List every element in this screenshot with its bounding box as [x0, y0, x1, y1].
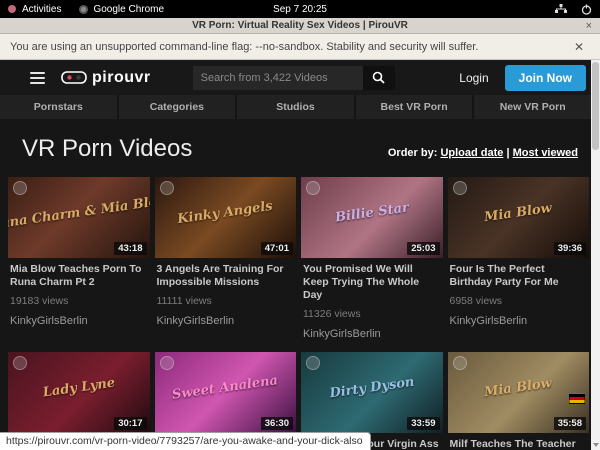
site-logo-text: pirouvr: [92, 69, 151, 87]
thumbnail-overlay-title: Dirty Dyson: [328, 375, 415, 402]
thumbnail-overlay-title: Runa Charm & Mia Blow: [8, 193, 150, 233]
order-by-most-viewed-link[interactable]: Most viewed: [513, 147, 578, 159]
order-by-controls: Order by: Upload date | Most viewed: [388, 147, 578, 163]
main-nav: Pornstars Categories Studios Best VR Por…: [0, 95, 600, 119]
studio-logo-icon: [453, 181, 467, 195]
video-thumbnail[interactable]: Kinky Angels 47:01: [155, 177, 297, 258]
duration-badge: 25:03: [407, 242, 439, 255]
studio-logo-icon: [453, 356, 467, 370]
nav-item-studios[interactable]: Studios: [237, 95, 354, 119]
studio-logo-icon: [306, 181, 320, 195]
nav-item-categories[interactable]: Categories: [119, 95, 236, 119]
browser-title-bar: VR Porn: Virtual Reality Sex Videos | Pi…: [0, 18, 600, 34]
studio-logo-icon: [160, 181, 174, 195]
join-now-button[interactable]: Join Now: [505, 65, 586, 91]
studio-logo-icon: [13, 181, 27, 195]
power-icon[interactable]: [581, 4, 592, 15]
clock[interactable]: Sep 7 20:25: [0, 4, 600, 15]
warning-message: You are using an unsupported command-lin…: [10, 41, 478, 53]
thumbnail-overlay-title: Lady Lyne: [42, 376, 116, 401]
thumbnail-overlay-title: Kinky Angels: [177, 199, 274, 227]
video-title-link[interactable]: Mia Blow Teaches Porn To Runa Charm Pt 2: [10, 263, 148, 289]
thumbnail-overlay-title: Mia Blow: [483, 376, 553, 400]
german-flag-icon: [569, 393, 585, 404]
video-title-link[interactable]: Four Is The Perfect Birthday Party For M…: [450, 263, 588, 289]
video-channel-link[interactable]: KinkyGirlsBerlin: [303, 328, 441, 340]
login-link[interactable]: Login: [459, 71, 488, 85]
video-title-link[interactable]: Milf Teaches The Teacher Some Practical …: [450, 438, 588, 450]
video-views: 11111 views: [157, 295, 295, 307]
duration-badge: 30:17: [114, 417, 146, 430]
thumbnail-overlay-title: Sweet Analena: [171, 374, 279, 404]
page-title: VR Porn Videos: [22, 135, 192, 163]
video-card: Mia Blow 35:58 Milf Teaches The Teacher …: [448, 352, 590, 450]
nav-item-new-vr-porn[interactable]: New VR Porn: [474, 95, 591, 119]
video-thumbnail[interactable]: Sweet Analena 36:30: [155, 352, 297, 433]
video-title-link[interactable]: You Promised We Will Keep Trying The Who…: [303, 263, 441, 302]
order-by-separator: |: [506, 147, 509, 159]
video-thumbnail[interactable]: Billie Star 25:03: [301, 177, 443, 258]
duration-badge: 43:18: [114, 242, 146, 255]
system-top-bar: Activities Google Chrome Sep 7 20:25: [0, 0, 600, 18]
video-card: Runa Charm & Mia Blow 43:18 Mia Blow Tea…: [8, 177, 150, 350]
order-by-upload-date-link[interactable]: Upload date: [440, 147, 503, 159]
site-logo[interactable]: pirouvr: [61, 69, 151, 87]
vr-goggles-icon: [61, 71, 87, 85]
activities-button[interactable]: Activities: [22, 4, 61, 15]
studio-logo-icon: [306, 356, 320, 370]
studio-logo-icon: [160, 356, 174, 370]
duration-badge: 33:59: [407, 417, 439, 430]
search-input[interactable]: [193, 66, 363, 90]
video-grid: Runa Charm & Mia Blow 43:18 Mia Blow Tea…: [8, 177, 589, 450]
search-bar: [193, 66, 395, 90]
video-views: 19183 views: [10, 295, 148, 307]
record-indicator-icon: [8, 5, 16, 13]
video-thumbnail[interactable]: Mia Blow 39:36: [448, 177, 590, 258]
page-scrollbar[interactable]: [591, 60, 600, 450]
video-thumbnail[interactable]: Runa Charm & Mia Blow 43:18: [8, 177, 150, 258]
page-head: VR Porn Videos Order by: Upload date | M…: [0, 119, 600, 177]
video-title-link[interactable]: 3 Angels Are Training For Impossible Mis…: [157, 263, 295, 289]
network-icon[interactable]: [555, 4, 567, 14]
search-button[interactable]: [363, 66, 395, 90]
nav-item-pornstars[interactable]: Pornstars: [0, 95, 117, 119]
thumbnail-overlay-title: Mia Blow: [483, 201, 553, 225]
duration-badge: 47:01: [261, 242, 293, 255]
duration-badge: 39:36: [554, 242, 586, 255]
warning-close-icon[interactable]: ✕: [574, 40, 590, 54]
window-close-icon[interactable]: ×: [586, 18, 592, 34]
scrollbar-down-arrow-icon[interactable]: [593, 443, 599, 447]
video-channel-link[interactable]: KinkyGirlsBerlin: [157, 315, 295, 327]
duration-badge: 36:30: [261, 417, 293, 430]
video-card: Mia Blow 39:36 Four Is The Perfect Birth…: [448, 177, 590, 350]
status-bar-url: https://pirouvr.com/vr-porn-video/779325…: [0, 432, 371, 450]
video-channel-link[interactable]: KinkyGirlsBerlin: [10, 315, 148, 327]
studio-logo-icon: [13, 356, 27, 370]
order-by-label: Order by:: [388, 147, 438, 159]
video-thumbnail[interactable]: Lady Lyne 30:17: [8, 352, 150, 433]
nav-item-best-vr-porn[interactable]: Best VR Porn: [356, 95, 473, 119]
video-card: Kinky Angels 47:01 3 Angels Are Training…: [155, 177, 297, 350]
scrollbar-thumb[interactable]: [592, 62, 599, 150]
video-views: 6958 views: [450, 295, 588, 307]
site-header: pirouvr Login Join Now: [0, 60, 600, 95]
video-thumbnail[interactable]: Dirty Dyson 33:59: [301, 352, 443, 433]
unsupported-flag-warning-bar: You are using an unsupported command-lin…: [0, 34, 600, 60]
video-thumbnail[interactable]: Mia Blow 35:58: [448, 352, 590, 433]
video-views: 11326 views: [303, 308, 441, 320]
video-card: Billie Star 25:03 You Promised We Will K…: [301, 177, 443, 350]
tab-title: VR Porn: Virtual Reality Sex Videos | Pi…: [192, 20, 408, 31]
active-app-label[interactable]: Google Chrome: [93, 4, 164, 15]
chrome-app-icon: [79, 5, 88, 14]
duration-badge: 35:58: [554, 417, 586, 430]
video-channel-link[interactable]: KinkyGirlsBerlin: [450, 315, 588, 327]
thumbnail-overlay-title: Billie Star: [334, 201, 410, 226]
search-icon: [372, 71, 385, 84]
menu-hamburger-icon[interactable]: [30, 72, 45, 84]
